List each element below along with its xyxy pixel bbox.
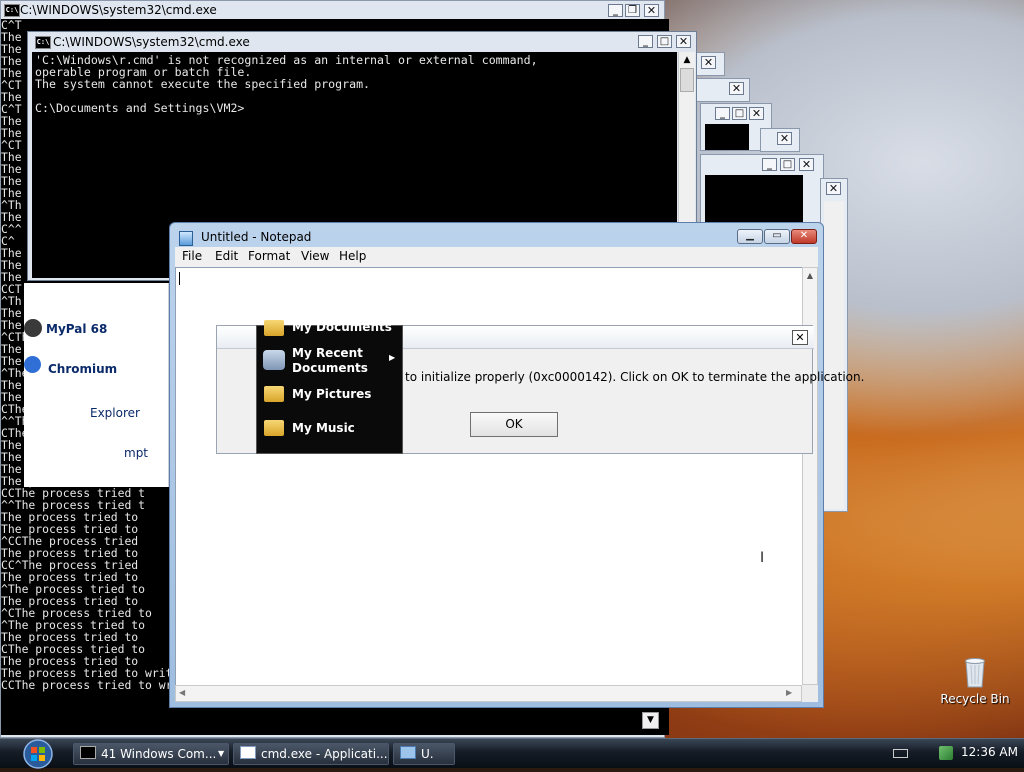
- close-button[interactable]: ✕: [826, 182, 841, 195]
- minimize-button[interactable]: _: [715, 107, 730, 120]
- resize-grip[interactable]: [802, 685, 818, 702]
- start-menu-item-label: mpt: [124, 446, 149, 460]
- close-button[interactable]: ✕: [799, 158, 814, 171]
- keyboard-icon[interactable]: [893, 749, 908, 758]
- my-pictures-icon: [264, 386, 284, 402]
- taskbar-button-windows-command[interactable]: 41 Windows Com... ▼: [73, 743, 229, 765]
- bg-cmd-window-6[interactable]: ✕: [820, 178, 848, 512]
- start-button[interactable]: [18, 739, 58, 769]
- restore-button[interactable]: ❐: [625, 4, 640, 17]
- maximize-button[interactable]: □: [732, 107, 747, 120]
- recycle-bin-shortcut[interactable]: Recycle Bin: [940, 655, 1010, 706]
- close-button[interactable]: ✕: [644, 4, 659, 17]
- mypal-icon: [24, 319, 42, 337]
- start-menu-item-mypal[interactable]: MyPal 68: [24, 319, 168, 339]
- console-line: C^T: [1, 19, 22, 32]
- start-menu-panel: MyPal 68 Chromium Explorer mpt: [24, 283, 169, 487]
- close-button[interactable]: ✕: [729, 82, 744, 95]
- horizontal-scrollbar[interactable]: ◀ ▶: [175, 685, 802, 702]
- menu-format[interactable]: Format: [248, 249, 290, 263]
- minimize-button[interactable]: _: [608, 4, 623, 17]
- start-menu-item-label: Explorer: [90, 406, 140, 420]
- scroll-left-button[interactable]: ◀: [179, 688, 185, 697]
- minimize-button[interactable]: _: [638, 35, 653, 48]
- chevron-down-icon: ▼: [218, 749, 225, 758]
- network-icon[interactable]: [939, 746, 953, 760]
- window-title: Untitled - Notepad: [201, 230, 312, 244]
- bottom-scroll-button[interactable]: ▼: [642, 712, 659, 729]
- popup-item-my-recent-documents[interactable]: My Recent Documents: [292, 346, 382, 376]
- start-menu-item-prompt[interactable]: mpt: [24, 444, 168, 464]
- close-button[interactable]: ✕: [792, 330, 808, 345]
- console-area: [705, 124, 749, 150]
- start-menu-folder-popup: My Documents My Recent Documents ▶ My Pi…: [256, 320, 403, 454]
- chromium-icon: [24, 356, 41, 373]
- bg-cmd-window-4[interactable]: ✕: [760, 128, 800, 152]
- clock[interactable]: 12:36 AM: [961, 745, 1018, 759]
- start-menu-item-label: Chromium: [48, 362, 118, 376]
- start-menu-item-explorer[interactable]: Explorer: [24, 404, 168, 424]
- close-button[interactable]: ✕: [676, 35, 691, 48]
- recycle-bin-icon: [965, 658, 985, 688]
- popup-item-my-pictures[interactable]: My Pictures: [292, 387, 371, 401]
- minimize-button[interactable]: _: [762, 158, 777, 171]
- close-button[interactable]: ✕: [701, 56, 716, 69]
- cmd-icon: [80, 746, 96, 759]
- taskbar-button-label: U.: [421, 747, 434, 761]
- menu-bar: File Edit Format View Help: [175, 247, 818, 267]
- maximize-button[interactable]: ▭: [764, 229, 790, 244]
- maximize-button[interactable]: □: [657, 35, 672, 48]
- submenu-arrow-icon: ▶: [389, 353, 396, 362]
- window-title: C:\WINDOWS\system32\cmd.exe: [20, 3, 217, 17]
- scroll-up-button[interactable]: ▲: [803, 268, 817, 284]
- console-area: [705, 175, 803, 223]
- vertical-scrollbar[interactable]: [824, 201, 844, 509]
- scroll-thumb[interactable]: [680, 68, 694, 92]
- menu-help[interactable]: Help: [339, 249, 366, 263]
- windows-logo-icon: [23, 739, 53, 769]
- menu-edit[interactable]: Edit: [215, 249, 238, 263]
- taskbar-button-notepad[interactable]: U.: [393, 743, 455, 765]
- my-music-icon: [264, 420, 284, 436]
- maximize-button[interactable]: □: [780, 158, 795, 171]
- folder-icon: [264, 320, 284, 336]
- taskbar-button-label: cmd.exe - Applicati...: [261, 747, 388, 761]
- scroll-up-button[interactable]: ▲: [679, 52, 695, 68]
- ok-button[interactable]: OK: [470, 412, 558, 437]
- my-recent-documents-icon: [263, 350, 285, 370]
- notepad-icon: [400, 746, 416, 759]
- close-button[interactable]: ✕: [749, 107, 764, 120]
- bg-cmd-window-5[interactable]: _ □ ✕: [700, 154, 824, 224]
- menu-view[interactable]: View: [301, 249, 329, 263]
- start-menu-item-label: MyPal 68: [46, 322, 108, 336]
- menu-file[interactable]: File: [182, 249, 202, 263]
- scroll-right-button[interactable]: ▶: [786, 688, 792, 697]
- taskbar-button-label: 41 Windows Com...: [101, 747, 217, 761]
- taskbar-button-cmd-application[interactable]: cmd.exe - Applicati...: [233, 743, 389, 765]
- recycle-bin-label: Recycle Bin: [940, 692, 1010, 706]
- close-button[interactable]: ✕: [777, 132, 792, 145]
- window-title: C:\WINDOWS\system32\cmd.exe: [53, 35, 250, 49]
- popup-item-my-documents[interactable]: My Documents: [292, 320, 392, 334]
- error-message: to initialize properly (0xc0000142). Cli…: [405, 370, 865, 384]
- window-icon: [240, 746, 256, 759]
- notepad-window[interactable]: Untitled - Notepad ▁ ▭ ✕ File Edit Forma…: [169, 222, 824, 708]
- notepad-icon: [179, 231, 193, 246]
- cmd-icon: C:\: [4, 4, 20, 17]
- minimize-button[interactable]: ▁: [737, 229, 763, 244]
- start-menu-item-chromium[interactable]: Chromium: [24, 356, 168, 379]
- text-caret: [179, 272, 180, 285]
- popup-item-my-music[interactable]: My Music: [292, 421, 355, 435]
- cmd-icon: C:\: [35, 36, 51, 49]
- close-button[interactable]: ✕: [791, 229, 817, 244]
- console-line: The system cannot execute the specified …: [35, 77, 371, 91]
- mouse-ibeam-cursor: I: [760, 550, 765, 566]
- console-line: C:\Documents and Settings\VM2>: [35, 101, 245, 115]
